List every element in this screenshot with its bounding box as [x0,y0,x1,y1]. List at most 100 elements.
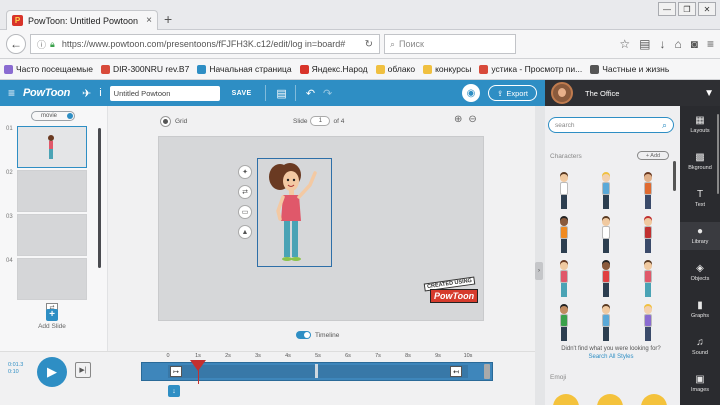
emoji-item[interactable] [641,394,667,405]
character-item[interactable] [634,215,664,255]
slide-thumbnail[interactable] [17,214,87,256]
zoom-out-icon[interactable]: ⊖ [468,114,476,125]
browser-tab[interactable]: P PowToon: Untitled Powtoon × [6,10,158,30]
slide-transition-marker[interactable]: ↓ [168,385,180,397]
info-icon[interactable]: i [99,87,101,99]
side-tool-text[interactable]: T Text [680,185,720,213]
play-button[interactable]: ▶ [37,357,67,387]
slide-thumbnail[interactable] [17,126,87,168]
download-icon[interactable]: ↓ [659,37,665,51]
side-tool-bkground[interactable]: ▩ Bkground [680,148,720,176]
address-bar[interactable]: ⓘ 🔒︎ https://www.powtoon.com/presentoons… [30,34,380,54]
side-tool-objects[interactable]: ◈ Objects [680,259,720,287]
library-scrollbar[interactable] [673,161,676,191]
app-menu-icon[interactable]: ≡ [8,86,15,100]
slide-number-select[interactable]: 1 [310,116,331,126]
library-icon[interactable]: ▤ [639,37,650,51]
emoji-item[interactable] [553,394,579,405]
step-forward-button[interactable]: ▶| [75,362,91,378]
avatar[interactable] [551,82,573,104]
character-item[interactable] [592,215,622,255]
timeline-end-handle[interactable] [484,364,490,379]
enter-handle[interactable]: ↦ [170,366,182,377]
browser-search-box[interactable]: ⌕ Поиск [384,34,516,54]
redo-icon[interactable]: ↷ [323,87,332,100]
side-tool-sound[interactable]: ♫ Sound [680,333,720,361]
pocket-icon[interactable]: ◙ [691,37,698,51]
user-name[interactable]: The Office [585,89,704,98]
character-item[interactable] [592,303,622,343]
search-icon[interactable]: ⌕ [662,120,667,131]
character-item[interactable] [634,171,664,211]
rocket-icon[interactable]: ✈ [82,87,91,100]
bookmark-item[interactable]: Начальная страница [197,64,292,74]
bookmark-star-icon[interactable]: ☆ [619,37,630,51]
character-item[interactable] [550,259,580,299]
presentation-title-input[interactable] [109,85,220,101]
character-item[interactable] [592,259,622,299]
close-window-button[interactable]: ✕ [698,2,716,16]
slide-thumbnail[interactable] [17,170,87,212]
side-tool-graphs[interactable]: ▮ Graphs [680,296,720,324]
bookmark-item[interactable]: конкурсы [423,64,471,74]
lock-icon[interactable]: 🔒︎ [50,39,55,50]
add-slide-button[interactable]: + [46,309,58,321]
home-icon[interactable]: ⌂ [674,37,681,51]
undo-icon[interactable]: ↶ [306,87,315,100]
animation-icon[interactable]: ✦ [238,165,252,179]
toggle-switch-icon[interactable] [296,331,311,339]
hamburger-menu-icon[interactable]: ≡ [707,37,714,51]
grid-control[interactable]: Grid [160,116,187,127]
emoji-section-label: Emoji [550,374,567,381]
chevron-down-icon[interactable]: ▼ [704,88,714,99]
preview-eye-icon[interactable]: ◉ [462,84,481,102]
slide-thumbnail[interactable] [17,258,87,300]
character-item[interactable] [550,303,580,343]
character-item[interactable] [592,171,622,211]
movie-mode-toggle[interactable]: movie [31,111,75,121]
bookmark-item[interactable]: облако [375,64,415,74]
zoom-in-icon[interactable]: ⊕ [454,114,462,125]
export-button[interactable]: ⇪ Export [488,85,537,101]
character-item[interactable] [550,215,580,255]
bookmark-item[interactable]: устика - Просмотр пи... [479,64,582,74]
bookmark-item[interactable]: Яндекс.Народ [299,64,368,74]
bookmark-item[interactable]: DIR-300NRU rev.B7 [100,64,189,74]
save-button[interactable]: SAVE [232,90,252,97]
add-characters-button[interactable]: + Add [637,151,669,160]
notes-icon[interactable]: ▤ [276,87,286,100]
side-tool-images[interactable]: ▣ Images [680,370,720,398]
minimize-button[interactable]: — [658,2,676,16]
character-item[interactable] [550,171,580,211]
reload-icon[interactable]: ↻ [365,39,373,50]
slide-scrollbar[interactable] [98,128,101,268]
flip-icon[interactable]: ⇄ [238,185,252,199]
emoji-item[interactable] [597,394,623,405]
side-tool-library[interactable]: ● Library [680,222,720,250]
layer-icon[interactable]: ▲ [238,225,252,239]
timeline-keyframe-marker[interactable] [315,364,318,378]
side-tool-layouts[interactable]: ▦ Layouts [680,111,720,139]
timeline-toggle[interactable]: Timeline [296,331,339,339]
library-search-input[interactable]: search ⌕ [548,117,674,133]
character-item[interactable] [634,259,664,299]
url-text[interactable]: https://www.powtoon.com/presentoons/fFJF… [62,39,365,49]
maximize-button[interactable]: ❐ [678,2,696,16]
close-tab-icon[interactable]: × [146,15,152,26]
bookmark-item[interactable]: Частные и жизнь [590,64,669,74]
info-icon[interactable]: ⓘ [37,38,46,51]
collapse-panel-handle[interactable]: › [535,262,543,280]
add-slide-label[interactable]: Add Slide [26,323,78,330]
exit-handle[interactable]: ↤ [450,366,462,377]
new-tab-button[interactable]: + [164,12,172,26]
camera-icon[interactable]: ▭ [238,205,252,219]
search-all-styles-link[interactable]: Search All Styles [545,354,677,360]
back-arrow-icon[interactable]: ← [6,34,26,54]
character-item[interactable] [634,303,664,343]
bookmark-item[interactable]: Часто посещаемые [4,64,93,74]
side-tool-label: Library [691,239,709,245]
selected-character[interactable] [257,158,332,267]
timeline-tick-label: 9s [435,353,441,359]
grid-toggle-icon[interactable] [160,116,171,127]
slide-stage[interactable]: ✦ ⇄ ▭ ▲ CREATED USING PowToon [158,136,484,321]
